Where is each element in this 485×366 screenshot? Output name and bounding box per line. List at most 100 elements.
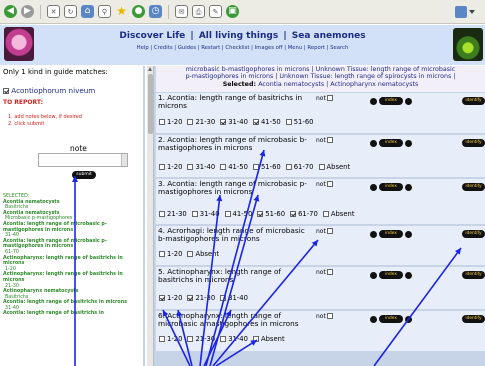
- title-link-sea-anemones[interactable]: Sea anemones: [292, 31, 366, 41]
- scrollbar-thumb[interactable]: [148, 74, 153, 134]
- cues-line-2[interactable]: p-mastigophores in microns | Unknown Tis…: [158, 73, 483, 80]
- not-toggle[interactable]: not: [316, 313, 333, 320]
- nav-links[interactable]: Help | Credits | Guides | Restart | Chec…: [40, 45, 445, 51]
- option[interactable]: 1-20: [159, 118, 182, 126]
- species-checkbox[interactable]: [3, 88, 9, 94]
- option-checkbox[interactable]: [257, 211, 264, 217]
- option[interactable]: Absent: [318, 163, 350, 171]
- identify-button[interactable]: identify: [462, 230, 485, 238]
- refresh-icon[interactable]: ↻: [64, 5, 77, 18]
- species-link[interactable]: Acontiophorum niveum: [11, 86, 95, 95]
- option-checkbox[interactable]: [159, 164, 165, 170]
- option[interactable]: 51-60: [257, 210, 285, 218]
- media-icon[interactable]: ●: [132, 5, 145, 18]
- not-toggle[interactable]: not: [316, 181, 333, 188]
- index-prev-icon[interactable]: [370, 97, 377, 105]
- question-title[interactable]: 4. Acrorhagi: length range of microbasic…: [158, 226, 308, 244]
- back-icon[interactable]: ◀: [4, 5, 17, 18]
- option-checkbox[interactable]: [220, 295, 227, 301]
- option-checkbox[interactable]: [220, 336, 227, 342]
- species-result[interactable]: Acontiophorum niveum: [3, 86, 95, 95]
- note-textarea[interactable]: [38, 153, 128, 167]
- option-checkbox[interactable]: [252, 119, 259, 125]
- option-checkbox[interactable]: [224, 211, 231, 217]
- option[interactable]: 21-30: [187, 118, 215, 126]
- toolbar-right-menu[interactable]: [455, 5, 481, 19]
- not-checkbox[interactable]: [326, 137, 333, 143]
- option[interactable]: 1-20: [159, 335, 182, 343]
- vertical-scrollbar[interactable]: [147, 66, 154, 366]
- identify-button[interactable]: identify: [462, 183, 485, 191]
- question-title[interactable]: 1. Acontia: length range of basitrichs i…: [158, 93, 308, 111]
- option-checkbox[interactable]: [290, 211, 297, 217]
- mail-icon[interactable]: ✉: [175, 5, 188, 18]
- option[interactable]: 31-40: [220, 118, 248, 126]
- forward-icon[interactable]: ▶: [21, 5, 34, 18]
- index-prev-icon[interactable]: [370, 139, 377, 147]
- option[interactable]: 1-20: [159, 163, 182, 171]
- option[interactable]: 41-50: [220, 163, 248, 171]
- option[interactable]: 31-40: [191, 210, 220, 218]
- option[interactable]: Absent: [322, 210, 355, 218]
- cues-line-1[interactable]: microbasic b-mastigophores in microns | …: [158, 66, 483, 73]
- selected-item-name[interactable]: Actinopharynx: length range of basitrich…: [3, 256, 143, 267]
- option-checkbox[interactable]: [322, 211, 329, 217]
- not-checkbox[interactable]: [326, 313, 333, 319]
- option-checkbox[interactable]: [191, 211, 198, 217]
- option[interactable]: 31-40: [220, 294, 248, 302]
- home-icon[interactable]: ⌂: [81, 5, 94, 18]
- question-title[interactable]: 6. Actinopharynx: length range of microb…: [158, 311, 308, 329]
- option-checkbox[interactable]: [252, 164, 259, 170]
- index-prev-icon[interactable]: [370, 315, 377, 323]
- not-toggle[interactable]: not: [316, 269, 333, 276]
- selected-item-name[interactable]: Acontia: length range of basitrichs in: [3, 311, 143, 317]
- not-checkbox[interactable]: [326, 95, 333, 101]
- not-toggle[interactable]: not: [316, 95, 333, 102]
- discuss-icon[interactable]: ▣: [226, 5, 239, 18]
- not-checkbox[interactable]: [326, 181, 333, 187]
- not-toggle[interactable]: not: [316, 228, 333, 235]
- option[interactable]: 61-70: [290, 210, 318, 218]
- index-button[interactable]: index: [379, 139, 403, 147]
- option-checkbox[interactable]: [187, 164, 194, 170]
- option[interactable]: 21-30: [187, 294, 215, 302]
- option-checkbox[interactable]: [285, 119, 292, 125]
- option[interactable]: 61-70: [285, 163, 314, 171]
- title-link-discover-life[interactable]: Discover Life: [119, 31, 185, 41]
- option[interactable]: 41-50: [252, 118, 281, 126]
- index-button[interactable]: index: [379, 183, 403, 191]
- index-prev-icon[interactable]: [370, 230, 377, 238]
- option[interactable]: 51-60: [285, 118, 314, 126]
- identify-button[interactable]: identify: [462, 139, 485, 147]
- option-checkbox[interactable]: [187, 251, 194, 257]
- index-button[interactable]: index: [379, 271, 403, 279]
- index-next-icon[interactable]: [405, 139, 412, 147]
- option-checkbox[interactable]: [220, 164, 227, 170]
- selected-item-name[interactable]: Acontia: length range of microbasic p-ma…: [3, 239, 143, 250]
- selected-item-name[interactable]: Acontia: length range of basitrichs in m…: [3, 300, 143, 306]
- option-checkbox[interactable]: [159, 295, 165, 301]
- index-button[interactable]: index: [379, 315, 403, 323]
- index-next-icon[interactable]: [405, 230, 412, 238]
- option-checkbox[interactable]: [187, 336, 194, 342]
- option-checkbox[interactable]: [159, 336, 165, 342]
- index-prev-icon[interactable]: [370, 183, 377, 191]
- option-checkbox[interactable]: [159, 119, 165, 125]
- chevron-down-icon[interactable]: [469, 10, 475, 14]
- option-checkbox[interactable]: [187, 295, 194, 301]
- option[interactable]: Absent: [252, 335, 285, 343]
- option[interactable]: Absent: [187, 250, 219, 258]
- stop-icon[interactable]: ✕: [47, 5, 60, 18]
- option-checkbox[interactable]: [187, 119, 194, 125]
- submit-button[interactable]: submit: [72, 171, 96, 179]
- option[interactable]: 1-20: [159, 294, 182, 302]
- question-title[interactable]: 3. Acontia: length range of microbasic p…: [158, 179, 308, 197]
- identify-button[interactable]: identify: [462, 271, 485, 279]
- option[interactable]: 21-30: [187, 335, 215, 343]
- option[interactable]: 21-30: [159, 210, 187, 218]
- index-next-icon[interactable]: [405, 183, 412, 191]
- option[interactable]: 31-40: [220, 335, 248, 343]
- favorites-icon[interactable]: ★: [115, 5, 128, 18]
- not-toggle[interactable]: not: [316, 137, 333, 144]
- search-icon[interactable]: ⚲: [98, 5, 111, 18]
